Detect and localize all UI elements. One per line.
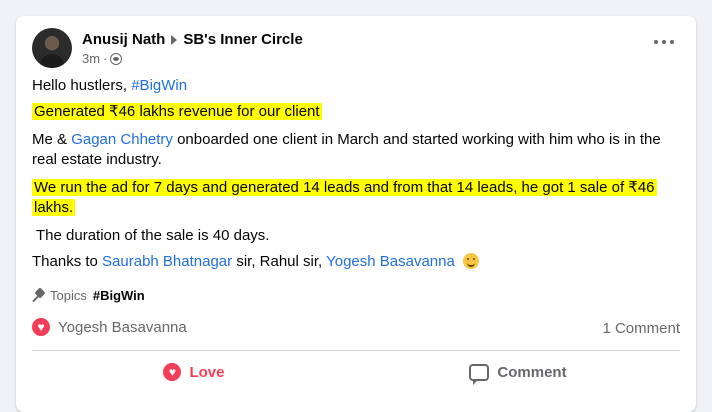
post-header: Anusij Nath SB's Inner Circle 3m · — [32, 28, 303, 68]
more-options-icon[interactable] — [654, 38, 674, 46]
paragraph-text: real estate industry. — [32, 151, 162, 168]
topic-tag-link[interactable]: #BigWin — [93, 288, 145, 303]
mention-link[interactable]: Gagan Chhetry — [71, 131, 173, 148]
comment-label: Comment — [497, 363, 567, 381]
post-time[interactable]: 3m — [82, 51, 100, 66]
author-name[interactable]: Anusij Nath — [82, 30, 165, 49]
greeting-line: Hello hustlers, #BigWin — [32, 76, 187, 96]
smile-emoji-icon — [463, 253, 480, 269]
highlight-line-1: Generated ₹46 lakhs revenue for our clie… — [32, 102, 322, 122]
pin-icon — [32, 289, 46, 303]
hashtag-link[interactable]: #BigWin — [131, 77, 187, 94]
paragraph-text: Me & — [32, 131, 68, 148]
duration-text: The duration of the sale is 40 days. — [36, 227, 270, 244]
highlighted-text: We run the ad for 7 days and generated 1… — [32, 179, 657, 196]
divider — [32, 350, 680, 351]
caret-right-icon — [171, 34, 178, 45]
highlight-line-2: We run the ad for 7 days and generated 1… — [32, 178, 657, 198]
thanks-text: Thanks to — [32, 253, 98, 270]
comment-icon — [469, 363, 490, 385]
duration-line: The duration of the sale is 40 days. — [36, 226, 269, 246]
reactor-name[interactable]: Yogesh Basavanna — [58, 319, 187, 336]
love-reaction-icon — [32, 318, 50, 336]
topics-label: Topics — [50, 288, 87, 303]
thanks-text: sir, Rahul sir, — [236, 253, 323, 270]
mention-link[interactable]: Yogesh Basavanna — [326, 253, 455, 270]
mention-link[interactable]: Saurabh Bhatnagar — [102, 253, 232, 270]
group-name[interactable]: SB's Inner Circle — [183, 30, 302, 49]
post-meta: Anusij Nath SB's Inner Circle 3m · — [82, 30, 303, 66]
author-avatar[interactable] — [32, 28, 72, 68]
globe-icon — [110, 52, 123, 65]
love-button[interactable]: Love — [32, 354, 356, 390]
comment-button[interactable]: Comment — [356, 354, 680, 390]
post-card: Anusij Nath SB's Inner Circle 3m · Hello… — [16, 16, 696, 412]
highlighted-text: lakhs. — [32, 199, 76, 216]
heart-icon — [163, 363, 182, 381]
action-bar: Love Comment — [32, 354, 680, 390]
topics-row: Topics #BigWin — [32, 288, 145, 303]
love-label: Love — [189, 363, 225, 381]
thanks-line: Thanks to Saurabh Bhatnagar sir, Rahul s… — [32, 252, 480, 272]
reactions-summary[interactable]: Yogesh Basavanna — [32, 318, 187, 336]
separator-dot: · — [103, 51, 108, 66]
paragraph-1: Me & Gagan Chhetry onboarded one client … — [32, 130, 661, 150]
post-subline: 3m · — [82, 51, 303, 66]
paragraph-1-line-2: real estate industry. — [32, 150, 162, 170]
paragraph-text: onboarded one client in March and starte… — [177, 131, 661, 148]
highlight-line-3: lakhs. — [32, 198, 79, 218]
greeting-text: Hello hustlers, — [32, 77, 128, 94]
author-line: Anusij Nath SB's Inner Circle — [82, 30, 303, 49]
comment-count[interactable]: 1 Comment — [602, 320, 680, 337]
highlighted-text: Generated ₹46 lakhs revenue for our clie… — [32, 103, 322, 120]
